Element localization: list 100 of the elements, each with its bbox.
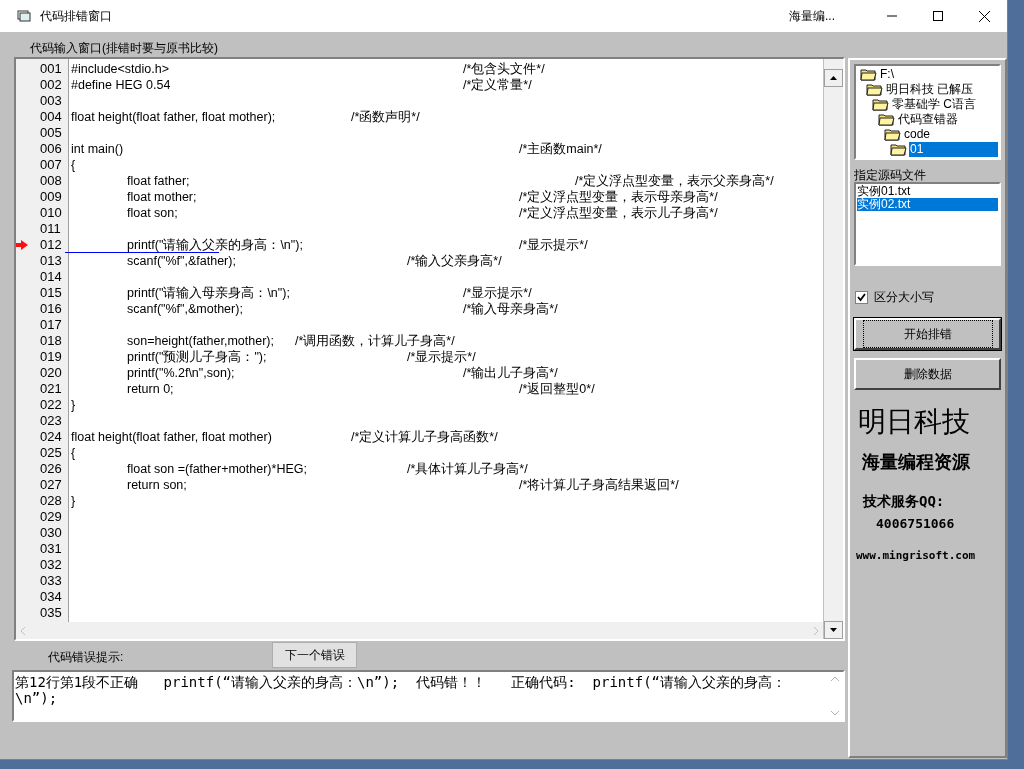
app-icon <box>17 10 31 22</box>
line-number: 034 <box>40 589 62 605</box>
close-icon <box>978 10 990 22</box>
qq-label: 技术服务QQ: <box>863 492 946 511</box>
line-number: 026 <box>40 461 62 477</box>
code-line: float height(float father, float mother); /*函数声明*/ <box>71 110 420 124</box>
line-number: 028 <box>40 493 62 509</box>
code-line: #include<stdio.h> /*包含头文件*/ <box>71 62 545 76</box>
line-number: 007 <box>40 157 62 173</box>
editor-label: 代码输入窗口(排错时要与原书比较) <box>30 40 219 57</box>
case-checkbox[interactable] <box>855 290 868 304</box>
line-number: 005 <box>40 125 62 141</box>
line-number: 027 <box>40 477 62 493</box>
action-button[interactable]: 删除数据 <box>854 358 1001 390</box>
line-number: 008 <box>40 173 62 189</box>
scroll-down-icon[interactable] <box>831 711 839 716</box>
code-line: float mother; /*定义浮点型变量，表示母亲身高*/ <box>126 190 718 204</box>
line-number: 009 <box>40 189 62 205</box>
folder-item[interactable]: 零基础学 C语言 <box>891 97 977 112</box>
checkbox-label[interactable]: 区分大小写 <box>874 288 934 306</box>
folder-tree[interactable]: F:\ 明日科技 已解压 零基础学 C语言 代码查错器 code 01 <box>854 64 1001 160</box>
up-arrow-icon <box>830 76 837 80</box>
folder-icon <box>860 68 877 81</box>
code-line: scanf("%f",&mother); /*输入母亲身高*/ <box>126 302 558 316</box>
code-line: printf("%.2f\n",son); /*输出儿子身高*/ <box>126 366 558 380</box>
error-message: 第12行第1段不正确 printf(“请输入父亲的身高：\n”); 代码错！！ 正确代码: printf(“请输入父亲的身高：\n”); <box>14 673 787 708</box>
code-line: } <box>71 494 76 508</box>
line-number: 003 <box>40 93 62 109</box>
file-item[interactable]: 实例02.txt <box>857 198 998 211</box>
code-line: scanf("%f",&father); /*输入父亲身高*/ <box>126 254 502 268</box>
error-label: 代码错误提示: <box>48 649 124 666</box>
line-number: 024 <box>40 429 62 445</box>
scroll-up-button[interactable] <box>824 69 843 87</box>
folder-icon <box>884 128 901 141</box>
error-message-box[interactable]: 第12行第1段不正确 printf(“请输入父亲的身高：\n”); 代码错！！ 正确代码: printf(“请输入父亲的身高：\n”); <box>12 670 845 722</box>
line-number: 025 <box>40 445 62 461</box>
line-number: 012 <box>40 237 62 253</box>
line-number: 006 <box>40 141 62 157</box>
code-line: printf("请输入母亲身高：\n"); /*显示提示*/ <box>126 286 532 300</box>
line-number: 031 <box>40 541 62 557</box>
folder-item[interactable]: 明日科技 已解压 <box>885 82 975 97</box>
line-number: 001 <box>40 61 62 77</box>
caption-text: 海量编... <box>789 8 835 25</box>
action-button[interactable]: 开始排错 <box>854 318 1001 350</box>
scroll-down-button[interactable] <box>824 621 843 639</box>
line-number: 030 <box>40 525 62 541</box>
folder-item[interactable]: code <box>903 127 932 142</box>
line-number: 004 <box>40 109 62 125</box>
code-line: { <box>71 446 76 460</box>
line-number: 016 <box>40 301 62 317</box>
line-number: 035 <box>40 605 62 621</box>
folder-item[interactable]: 01 <box>909 142 998 157</box>
file-item[interactable]: 实例01.txt <box>857 185 998 198</box>
code-line: return 0; /*返回整型0*/ <box>126 382 595 396</box>
folder-icon <box>872 98 889 111</box>
line-number: 033 <box>40 573 62 589</box>
code-line: printf("预测儿子身高："); /*显示提示*/ <box>126 350 476 364</box>
code-editor[interactable] <box>14 57 845 641</box>
code-line: { <box>71 158 76 172</box>
folder-icon <box>866 83 883 96</box>
folder-item[interactable]: 代码查错器 <box>897 112 959 127</box>
code-line: return son; /*将计算儿子身高结果返回*/ <box>126 478 679 492</box>
line-number: 014 <box>40 269 62 285</box>
window-title: 代码排错窗口 <box>40 8 112 25</box>
code-line: #define HEG 0.54 /*定义常量*/ <box>71 78 532 92</box>
vertical-scrollbar[interactable] <box>823 59 843 639</box>
line-number: 013 <box>40 253 62 269</box>
qq-number: 4006751066 <box>876 515 956 533</box>
scroll-left-icon[interactable] <box>20 626 26 635</box>
line-number: 019 <box>40 349 62 365</box>
code-line: float son; /*定义浮点型变量，表示儿子身高*/ <box>126 206 718 220</box>
horizontal-scrollbar[interactable] <box>16 622 823 639</box>
files-label: 指定源码文件 <box>854 168 927 182</box>
line-number: 015 <box>40 285 62 301</box>
line-number: 023 <box>40 413 62 429</box>
code-line: printf("请输入父亲的身高：\n"); /*显示提示*/ <box>126 238 588 252</box>
folder-icon <box>878 113 895 126</box>
code-line: float father; /*定义浮点型变量，表示父亲身高*/ <box>126 174 774 188</box>
line-number: 017 <box>40 317 62 333</box>
code-line: } <box>71 398 76 412</box>
folder-item[interactable]: F:\ <box>879 67 895 82</box>
code-line: son=height(father,mother); /*调用函数，计算儿子身高*/ <box>126 334 455 348</box>
line-number: 022 <box>40 397 62 413</box>
line-number: 018 <box>40 333 62 349</box>
line-number: 020 <box>40 365 62 381</box>
brand-title: 明日科技 <box>858 404 971 440</box>
code-line: float height(float father, float mother) /*定义计算儿子身高函数*/ <box>71 430 498 444</box>
line-number: 021 <box>40 381 62 397</box>
line-number: 032 <box>40 557 62 573</box>
file-list[interactable]: 实例01.txt 实例02.txt <box>854 182 1001 266</box>
down-arrow-icon <box>830 628 837 632</box>
line-number: 011 <box>40 221 61 237</box>
scroll-up-icon[interactable] <box>831 676 839 681</box>
folder-icon <box>890 143 907 156</box>
code-line: int main() /*主函数main*/ <box>71 142 602 156</box>
scroll-right-icon[interactable] <box>813 626 819 635</box>
maximize-icon <box>933 11 943 21</box>
next-error-button[interactable]: 下一个错误 <box>272 642 358 668</box>
line-number: 002 <box>40 77 62 93</box>
code-line: float son =(father+mother)*HEG; /*具体计算儿子身高*/ <box>126 462 528 476</box>
